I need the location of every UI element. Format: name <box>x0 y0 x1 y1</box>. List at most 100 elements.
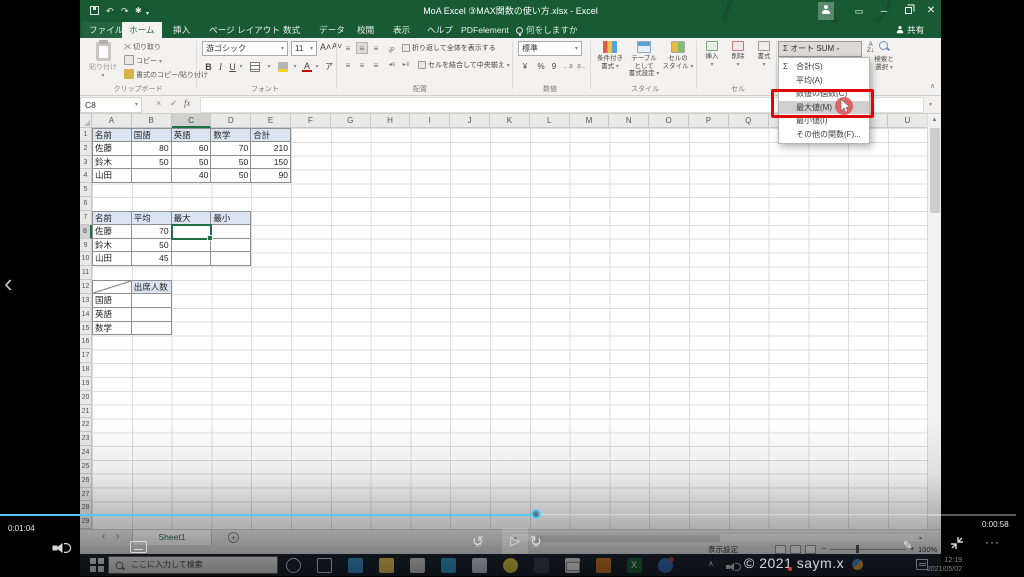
scroll-right-icon[interactable]: ▸ <box>919 534 923 543</box>
align-middle-icon[interactable]: ≡ <box>356 42 368 54</box>
minimize-button[interactable]: ─ <box>873 0 895 22</box>
shrink-font-icon[interactable]: A˅ <box>332 40 342 54</box>
row-header-12[interactable]: 12 <box>80 280 92 294</box>
align-bottom-icon[interactable]: ≡ <box>370 42 382 54</box>
restore-button[interactable] <box>897 0 919 22</box>
normal-view-icon[interactable] <box>775 545 786 554</box>
format-as-table-button[interactable]: テーブルとして書式設定 ▾ <box>628 41 660 83</box>
row-header-22[interactable]: 22 <box>80 418 92 432</box>
view-settings-button[interactable]: 表示設定 <box>708 545 738 554</box>
video-progress-knob[interactable] <box>531 509 541 519</box>
insert-function-icon[interactable]: fx <box>184 98 191 108</box>
prev-sheet-icon[interactable]: ‹ <box>102 531 105 542</box>
taskbar-icon-app-dark[interactable] <box>534 558 549 573</box>
column-header-H[interactable]: H <box>371 114 411 128</box>
vertical-scroll-thumb[interactable] <box>930 128 940 213</box>
cell-A2[interactable]: 佐藤 <box>92 142 132 156</box>
cell-D8[interactable] <box>211 225 251 239</box>
cell-B9[interactable]: 50 <box>132 239 172 253</box>
currency-icon[interactable]: ¥ <box>518 60 532 74</box>
cell-B10[interactable]: 45 <box>132 252 172 266</box>
column-header-F[interactable]: F <box>291 114 331 128</box>
row-header-20[interactable]: 20 <box>80 391 92 405</box>
increase-decimal-icon[interactable]: ←.0 <box>562 60 574 74</box>
column-header-E[interactable]: E <box>251 114 291 128</box>
taskbar-icon-file-explorer[interactable] <box>379 558 394 573</box>
cell-A15[interactable]: 数学 <box>92 322 132 336</box>
column-header-A[interactable]: A <box>92 114 132 128</box>
column-header-D[interactable]: D <box>211 114 251 128</box>
horizontal-scroll-thumb[interactable] <box>535 535 720 542</box>
comma-style-icon[interactable]: 9 <box>550 60 558 74</box>
add-sheet-icon[interactable]: + <box>228 532 239 543</box>
grow-font-icon[interactable]: A˄ <box>320 40 330 54</box>
fill-color-icon[interactable] <box>278 60 290 74</box>
underline-caret[interactable]: ▾ <box>238 60 244 74</box>
taskbar-icon-photos[interactable] <box>348 558 363 573</box>
close-button[interactable]: ✕ <box>921 0 941 22</box>
column-header-Q[interactable]: Q <box>729 114 769 128</box>
row-header-15[interactable]: 15 <box>80 322 92 336</box>
scroll-up-icon[interactable]: ▲ <box>928 114 941 126</box>
expand-formula-bar-icon[interactable]: ▾ <box>929 101 932 108</box>
row-header-8[interactable]: 8 <box>80 225 92 239</box>
borders-caret[interactable]: ▾ <box>266 60 272 74</box>
cell-B12[interactable]: 出席人数 <box>132 280 172 294</box>
copy-button[interactable]: コピー ▾ <box>124 55 162 68</box>
cell-B7[interactable]: 平均 <box>132 211 172 225</box>
column-header-J[interactable]: J <box>450 114 490 128</box>
taskbar-icon-app-yellow[interactable] <box>503 558 518 573</box>
row-header-6[interactable]: 6 <box>80 197 92 211</box>
cell-A3[interactable]: 鈴木 <box>92 156 132 170</box>
column-header-N[interactable]: N <box>609 114 649 128</box>
worksheet-grid[interactable]: ABCDEFGHIJKLMNOPQRSTU 123456789101112131… <box>80 114 927 529</box>
horizontal-scrollbar[interactable]: ◂ ▸ <box>510 533 926 543</box>
selected-cell-C8[interactable] <box>171 224 213 240</box>
cell-A7[interactable]: 名前 <box>92 211 132 225</box>
cell-A12[interactable] <box>92 280 132 294</box>
tab-data[interactable]: データ <box>312 22 352 38</box>
align-center-icon[interactable]: ≡ <box>356 59 368 71</box>
row-header-17[interactable]: 17 <box>80 349 92 363</box>
tab-home[interactable]: ホーム <box>122 22 162 38</box>
annotate-pencil-icon[interactable]: ✎ <box>903 539 912 552</box>
cell-B14[interactable] <box>132 308 172 322</box>
cell-E2[interactable]: 210 <box>251 142 291 156</box>
cell-styles-button[interactable]: セルのスタイル ▾ <box>662 41 694 83</box>
zoom-slider-knob[interactable] <box>856 545 859 553</box>
cell-C1[interactable]: 英語 <box>172 128 212 142</box>
taskbar-clock[interactable]: 12:192021/05/02 <box>850 556 962 574</box>
underline-button[interactable]: U <box>228 60 237 74</box>
cut-button[interactable]: ✂ 切り取り <box>124 41 161 54</box>
column-header-P[interactable]: P <box>689 114 729 128</box>
cell-B4[interactable] <box>132 169 172 183</box>
row-header-2[interactable]: 2 <box>80 142 92 156</box>
bold-button[interactable]: B <box>204 60 213 74</box>
row-header-19[interactable]: 19 <box>80 377 92 391</box>
taskbar-search-input[interactable]: ここに入力して検索 <box>108 556 278 574</box>
cell-C2[interactable]: 60 <box>172 142 212 156</box>
insert-cells-button[interactable]: 挿入▾ <box>700 41 724 83</box>
zoom-out-icon[interactable]: − <box>822 544 826 553</box>
row-header-13[interactable]: 13 <box>80 294 92 308</box>
increase-indent-icon[interactable]: ▸≡ <box>400 59 412 71</box>
cell-B2[interactable]: 80 <box>132 142 172 156</box>
row-header-26[interactable]: 26 <box>80 474 92 488</box>
font-color-icon[interactable]: A <box>302 60 312 72</box>
cell-A8[interactable]: 佐藤 <box>92 225 132 239</box>
font-size-select[interactable]: 11▾ <box>291 41 317 56</box>
collapse-ribbon-icon[interactable]: ∧ <box>930 82 935 90</box>
cell-D7[interactable]: 最小 <box>211 211 251 225</box>
tab-view[interactable]: 表示 <box>386 22 417 38</box>
tray-volume-icon[interactable] <box>726 559 738 577</box>
row-header-7[interactable]: 7 <box>80 211 92 225</box>
wrap-text-button[interactable]: 折り返して全体を表示する <box>402 42 496 55</box>
cell-D4[interactable]: 50 <box>211 169 251 183</box>
tell-me-box[interactable]: 何をしますか <box>516 22 578 38</box>
previous-video-chevron[interactable]: ‹ <box>4 268 13 299</box>
column-header-L[interactable]: L <box>530 114 570 128</box>
percent-icon[interactable]: % <box>536 60 546 74</box>
font-color-caret[interactable]: ▾ <box>314 60 320 74</box>
start-button[interactable] <box>90 558 104 572</box>
decrease-decimal-icon[interactable]: .0→ <box>575 60 587 74</box>
